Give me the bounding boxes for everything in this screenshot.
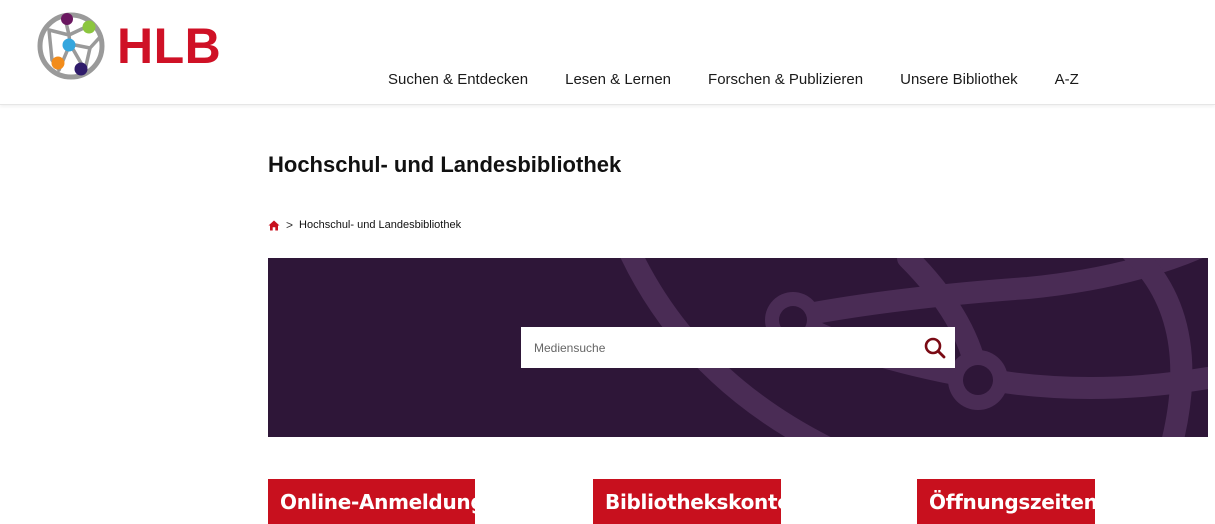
home-icon[interactable] [268,220,280,231]
search-hero [268,258,1208,437]
nav-item-forschen-publizieren[interactable]: Forschen & Publizieren [708,71,863,88]
page-title: Hochschul- und Landesbibliothek [268,152,622,177]
network-circle-logo-icon [37,12,105,80]
site-header: HLB Suchen & Entdecken Lesen & Lernen Fo… [0,0,1215,105]
search-icon [924,337,946,358]
search-button[interactable] [915,327,955,368]
nav-item-suchen-entdecken[interactable]: Suchen & Entdecken [388,71,528,88]
nav-item-a-z[interactable]: A-Z [1055,71,1079,88]
search-box [521,326,955,369]
nav-item-lesen-lernen[interactable]: Lesen & Lernen [565,71,671,88]
main-navigation: Suchen & Entdecken Lesen & Lernen Forsch… [388,71,1079,88]
search-input[interactable] [521,326,915,369]
online-anmeldung-button[interactable]: Online-Anmeldung [268,479,485,524]
nav-item-unsere-bibliothek[interactable]: Unsere Bibliothek [900,71,1018,88]
oeffnungszeiten-button[interactable]: Öffnungszeiten [917,479,1098,524]
breadcrumb-current: Hochschul- und Landesbibliothek [299,219,462,231]
logo-wordmark: HLB [117,18,222,74]
breadcrumb-separator: > [286,218,294,232]
bibliothekskonto-button[interactable]: Bibliothekskonto [593,479,791,524]
breadcrumb: > Hochschul- und Landesbibliothek [268,218,461,232]
site-logo[interactable]: HLB [35,8,221,84]
